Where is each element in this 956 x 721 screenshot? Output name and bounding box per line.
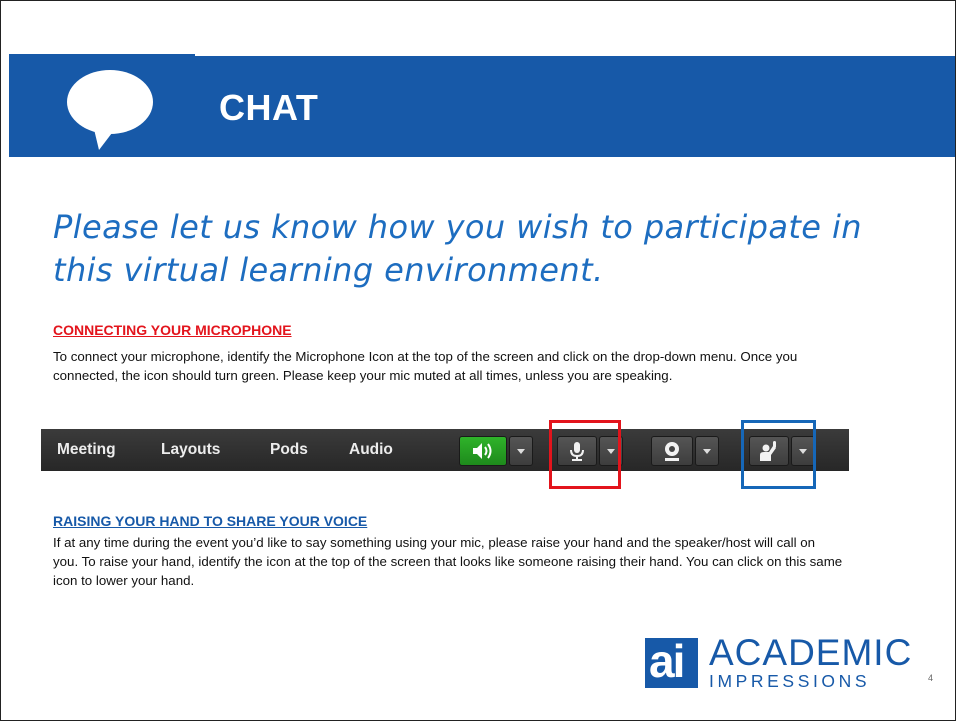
logo-word-impressions: IMPRESSIONS: [709, 671, 871, 691]
chat-bubble-icon: [67, 70, 153, 150]
microphone-highlight-box: [549, 420, 621, 489]
slide: CHAT Please let us know how you wish to …: [0, 0, 956, 721]
webcam-button[interactable]: [651, 436, 693, 466]
raise-hand-highlight-box: [741, 420, 816, 489]
mic-section-heading: CONNECTING YOUR MICROPHONE: [53, 322, 292, 338]
menu-audio[interactable]: Audio: [349, 441, 393, 459]
speaker-dropdown[interactable]: [509, 436, 533, 466]
hand-section-heading: RAISING YOUR HAND TO SHARE YOUR VOICE: [53, 513, 368, 529]
slide-headline: Please let us know how you wish to parti…: [53, 208, 862, 289]
mic-section-body: To connect your microphone, identify the…: [53, 349, 798, 383]
speaker-button[interactable]: [459, 436, 507, 466]
speaker-icon: [473, 443, 492, 459]
menu-meeting[interactable]: Meeting: [57, 441, 116, 459]
page-number: 4: [928, 673, 934, 683]
logo-mark: ai: [645, 635, 698, 688]
menu-layouts[interactable]: Layouts: [161, 441, 220, 459]
banner-title: CHAT: [219, 87, 319, 128]
hand-section-body: If at any time during the event you’d li…: [53, 535, 843, 588]
meeting-toolbar: Meeting Layouts Pods Audio: [41, 429, 849, 471]
menu-pods[interactable]: Pods: [270, 441, 308, 459]
logo-word-academic: ACADEMIC: [709, 632, 913, 673]
logo-mark-text: ai: [649, 635, 685, 687]
webcam-dropdown[interactable]: [695, 436, 719, 466]
academic-impressions-logo: ai ACADEMIC IMPRESSIONS: [645, 626, 911, 696]
webcam-icon: [665, 442, 679, 461]
